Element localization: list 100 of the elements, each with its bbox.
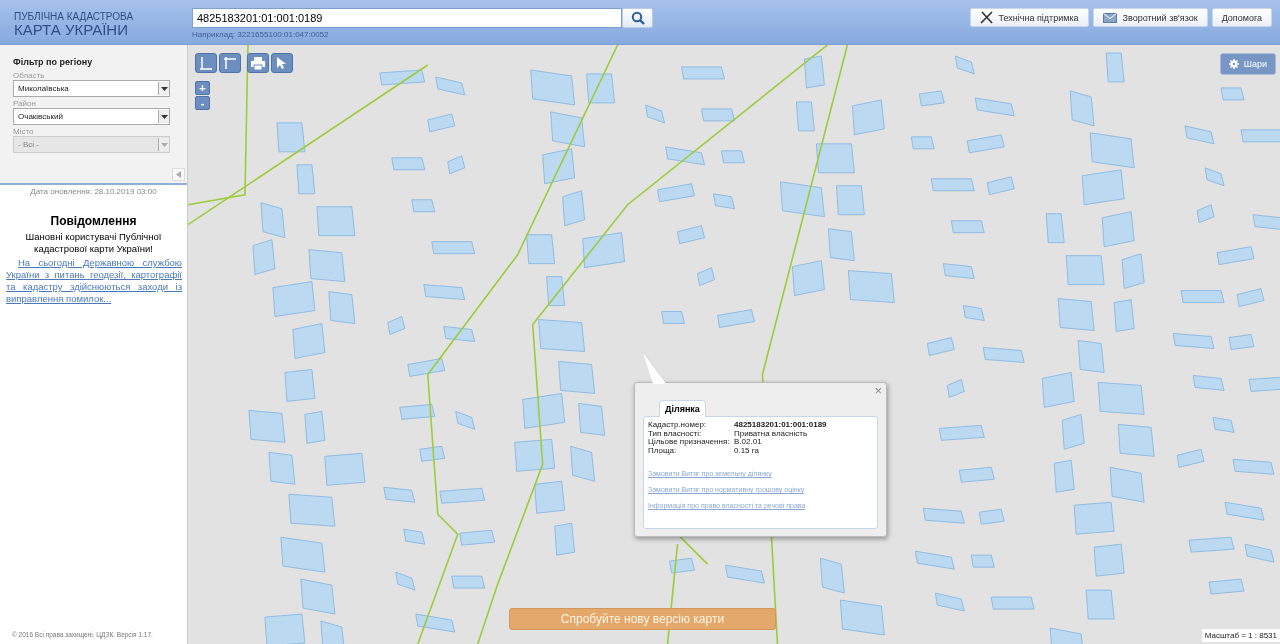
land-parcel[interactable]: [1113, 299, 1135, 332]
land-parcel[interactable]: [717, 309, 755, 328]
land-parcel[interactable]: [304, 411, 326, 444]
land-parcel[interactable]: [586, 73, 615, 104]
land-parcel[interactable]: [439, 487, 486, 504]
land-parcel[interactable]: [260, 202, 286, 239]
zoom-button[interactable]: -: [195, 96, 210, 110]
land-parcel[interactable]: [974, 97, 1015, 117]
land-parcel[interactable]: [1093, 543, 1125, 577]
land-parcel[interactable]: [268, 451, 296, 485]
land-parcel[interactable]: [296, 164, 316, 195]
land-parcel[interactable]: [1192, 375, 1225, 391]
land-parcel[interactable]: [910, 136, 935, 150]
land-parcel[interactable]: [288, 493, 336, 527]
land-parcel[interactable]: [1105, 52, 1125, 83]
land-parcel[interactable]: [324, 452, 366, 486]
land-parcel[interactable]: [455, 411, 476, 430]
land-parcel[interactable]: [546, 276, 566, 306]
land-parcel[interactable]: [443, 326, 476, 342]
land-parcel[interactable]: [1121, 253, 1145, 289]
land-parcel[interactable]: [986, 176, 1015, 196]
map-tool-button[interactable]: [219, 53, 241, 73]
land-parcel[interactable]: [554, 522, 576, 556]
land-parcel[interactable]: [526, 234, 556, 265]
popup-tab[interactable]: Ділянка: [659, 400, 706, 417]
land-parcel[interactable]: [395, 571, 416, 591]
land-parcel[interactable]: [284, 369, 316, 402]
land-parcel[interactable]: [713, 193, 735, 210]
new-version-button[interactable]: Спробуйте нову версію карти: [509, 608, 776, 630]
land-parcel[interactable]: [1248, 376, 1280, 392]
land-parcel[interactable]: [966, 134, 1005, 154]
land-parcel[interactable]: [570, 445, 596, 482]
land-parcel[interactable]: [958, 466, 995, 483]
land-parcel[interactable]: [701, 108, 735, 122]
land-parcel[interactable]: [852, 99, 885, 136]
nav-button[interactable]: Технічна підтримка: [969, 8, 1089, 27]
land-parcel[interactable]: [320, 620, 346, 644]
land-parcel[interactable]: [796, 101, 815, 132]
land-parcel[interactable]: [415, 613, 456, 633]
notice-link[interactable]: На сьогодні Державною службою України з питань геодезії, картографії та кадастру здійснюються заходи із виправлення помилок...: [0, 255, 187, 305]
land-parcel[interactable]: [459, 529, 496, 546]
land-parcel[interactable]: [725, 564, 765, 584]
land-parcel[interactable]: [697, 267, 715, 286]
land-parcel[interactable]: [411, 199, 436, 213]
map-tool-button[interactable]: [247, 53, 269, 73]
land-parcel[interactable]: [391, 157, 426, 171]
land-parcel[interactable]: [530, 69, 576, 106]
land-parcel[interactable]: [280, 536, 326, 573]
land-parcel[interactable]: [918, 90, 945, 107]
land-parcel[interactable]: [407, 358, 446, 377]
land-parcel[interactable]: [403, 528, 426, 545]
land-parcel[interactable]: [1252, 214, 1280, 231]
land-parcel[interactable]: [840, 599, 885, 636]
land-parcel[interactable]: [447, 155, 466, 175]
land-parcel[interactable]: [926, 337, 955, 356]
land-parcel[interactable]: [248, 410, 286, 443]
land-parcel[interactable]: [542, 148, 576, 185]
land-parcel[interactable]: [1188, 536, 1235, 553]
land-parcel[interactable]: [308, 249, 346, 282]
land-parcel[interactable]: [1061, 414, 1085, 450]
search-button[interactable]: [622, 8, 653, 28]
land-parcel[interactable]: [451, 575, 486, 589]
land-parcel[interactable]: [1220, 87, 1245, 101]
land-parcel[interactable]: [1117, 423, 1155, 457]
close-button[interactable]: ×: [874, 384, 882, 398]
land-parcel[interactable]: [681, 66, 725, 80]
land-parcel[interactable]: [1053, 459, 1075, 493]
land-parcel[interactable]: [514, 438, 556, 472]
land-parcel[interactable]: [962, 305, 985, 321]
land-parcel[interactable]: [538, 319, 586, 352]
zoom-button[interactable]: +: [195, 81, 210, 95]
land-parcel[interactable]: [1101, 211, 1135, 248]
land-parcel[interactable]: [1041, 372, 1075, 408]
land-parcel[interactable]: [276, 122, 306, 153]
land-parcel[interactable]: [1240, 129, 1280, 143]
land-parcel[interactable]: [950, 220, 985, 234]
land-parcel[interactable]: [1065, 255, 1105, 285]
land-parcel[interactable]: [804, 55, 825, 89]
land-parcel[interactable]: [419, 445, 446, 462]
land-parcel[interactable]: [934, 592, 965, 612]
collapse-button[interactable]: [172, 168, 185, 181]
land-parcel[interactable]: [1236, 288, 1265, 307]
land-parcel[interactable]: [292, 323, 326, 359]
land-parcel[interactable]: [1172, 333, 1215, 349]
land-parcel[interactable]: [252, 239, 276, 275]
land-parcel[interactable]: [1073, 501, 1115, 535]
land-parcel[interactable]: [1176, 448, 1205, 468]
land-parcel[interactable]: [922, 507, 965, 524]
land-parcel[interactable]: [1069, 90, 1095, 127]
map-tool-button[interactable]: [271, 53, 293, 73]
land-parcel[interactable]: [1208, 578, 1245, 595]
land-parcel[interactable]: [582, 232, 625, 269]
land-parcel[interactable]: [423, 284, 466, 300]
land-parcel[interactable]: [1244, 543, 1275, 563]
land-parcel[interactable]: [1184, 125, 1215, 145]
land-parcel[interactable]: [990, 596, 1035, 610]
land-parcel[interactable]: [1057, 298, 1095, 331]
land-parcel[interactable]: [1196, 204, 1215, 224]
land-parcel[interactable]: [522, 393, 566, 429]
land-parcel[interactable]: [836, 185, 865, 216]
